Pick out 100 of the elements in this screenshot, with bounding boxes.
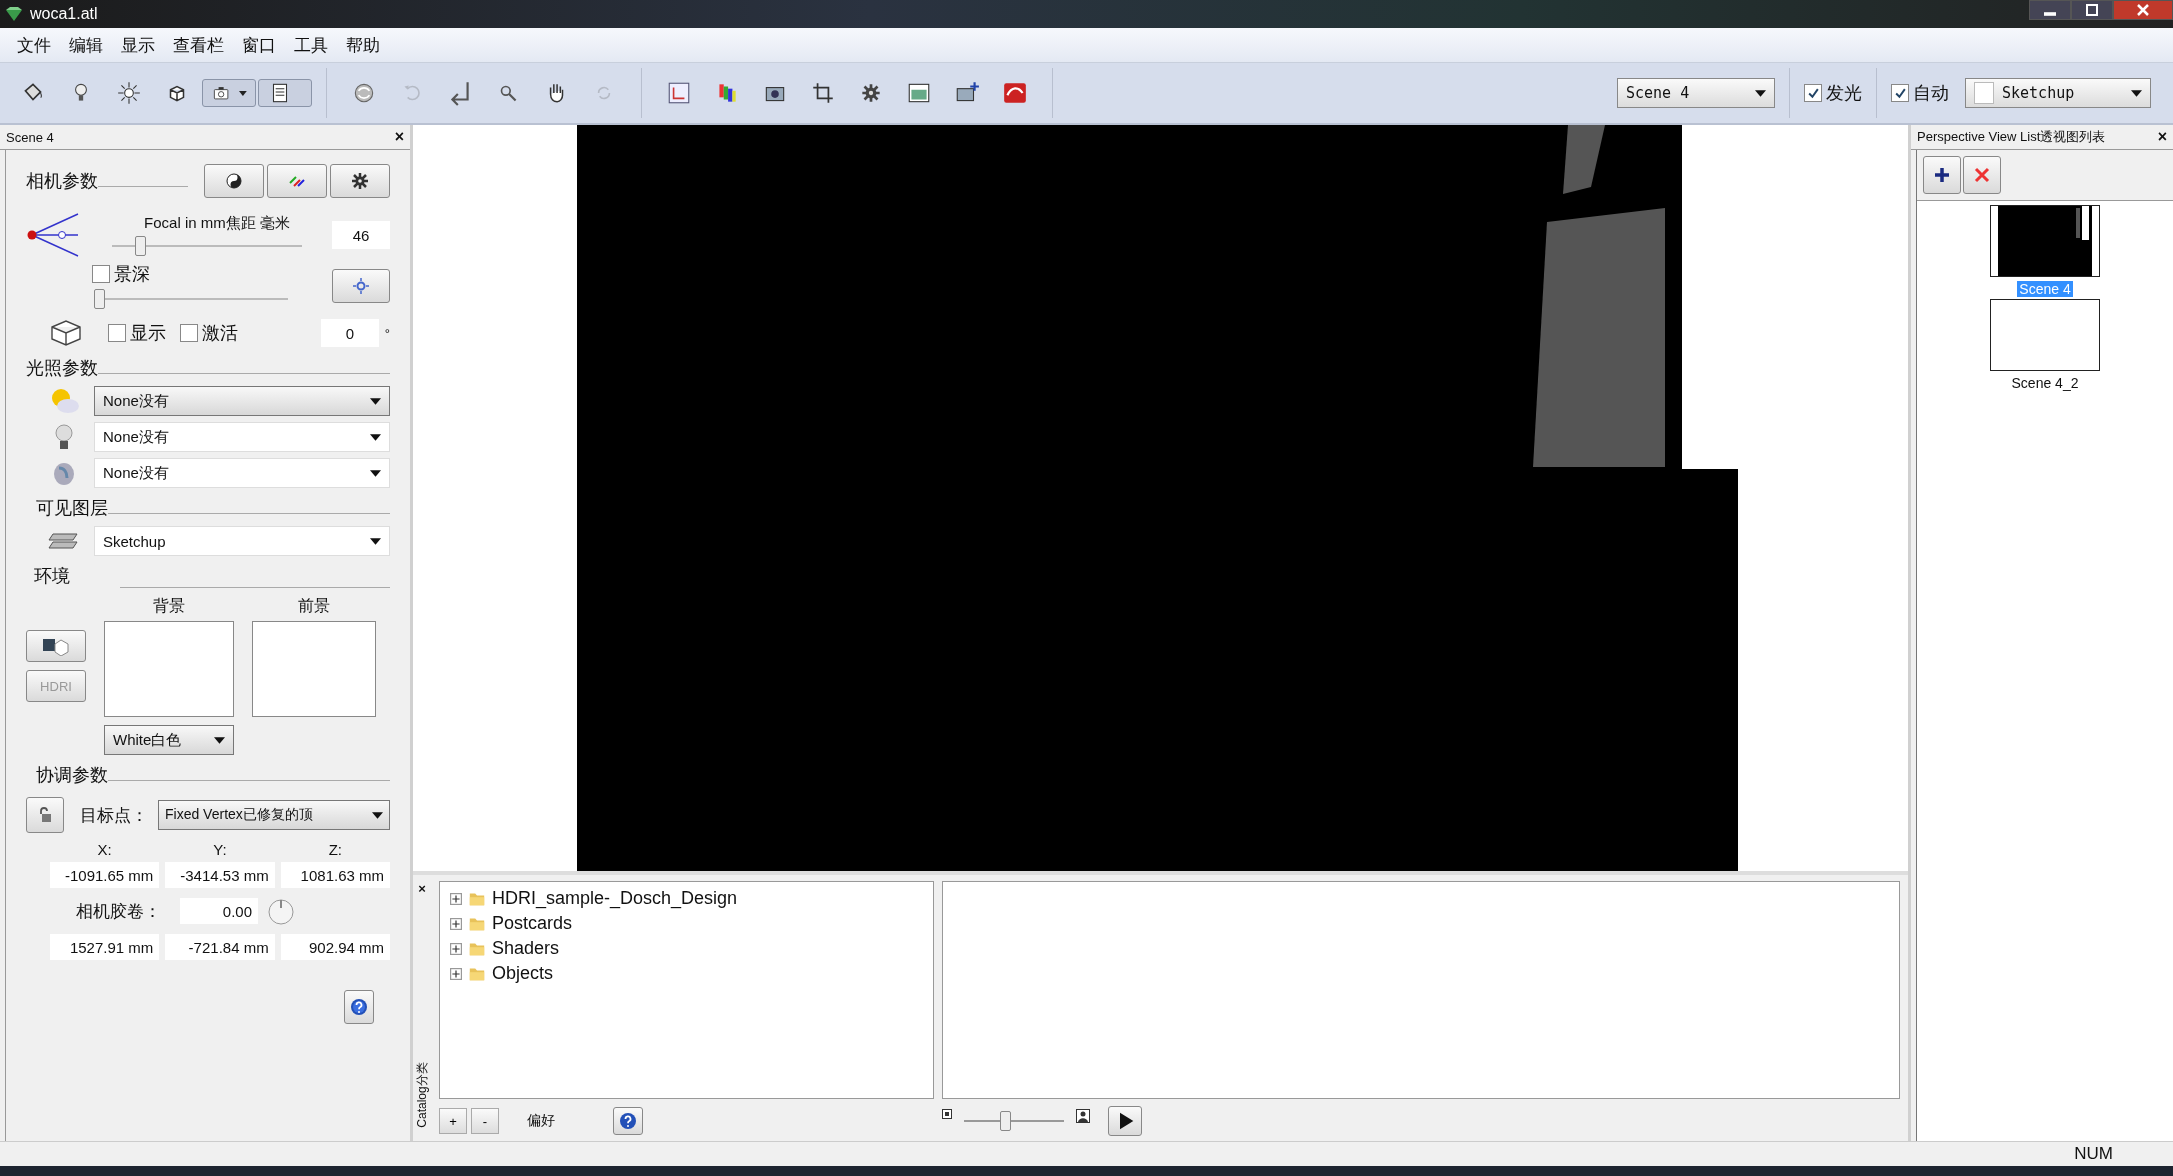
checkmark-icon [1806,86,1820,100]
foreground-label: 前景 [298,596,330,616]
folder-name[interactable]: HDRI_sample-_Dosch_Design [492,888,738,909]
add-button[interactable]: + [439,1108,467,1134]
catalog-label: Catalog分类 [415,1061,429,1130]
toolbar-button[interactable] [258,79,312,107]
axis-label: X: [96,841,113,858]
folder-name[interactable]: Objects [492,963,554,984]
delete-icon [1972,165,1992,185]
maximize-button[interactable] [2071,0,2113,20]
checkbox-label: 景深 [114,263,150,286]
slider-thumb[interactable] [1000,1111,1011,1131]
coordinate-field[interactable]: 1527.91 mm [50,934,160,960]
expand-icon[interactable] [450,967,462,980]
help-button[interactable] [344,990,374,1024]
toolbar-button[interactable] [202,79,256,107]
focal-length-field[interactable]: 46 [332,221,390,249]
axis-label: Z: [327,841,343,858]
favorites-label: 偏好 [527,1112,555,1130]
help-icon [349,997,369,1017]
unlock-button[interactable] [26,797,64,833]
expand-icon[interactable] [450,942,462,955]
focus-target-button[interactable] [332,269,390,303]
help-button[interactable] [613,1107,643,1135]
auto-checkbox[interactable] [1891,84,1909,102]
menu-item[interactable]: 文件 [8,33,60,57]
image-cube-icon [41,636,71,656]
show-checkbox[interactable] [108,324,126,342]
layer-dropdown[interactable]: Sketchup [94,526,390,556]
minimize-button[interactable] [2029,0,2071,20]
coordinate-field[interactable]: 1081.63 mm [280,862,390,888]
degree-unit: ° [384,325,390,341]
dropdown-arrow-icon [370,469,381,477]
expand-icon[interactable] [450,917,462,930]
menu-item[interactable]: 编辑 [60,33,112,57]
add-view-button[interactable] [1923,156,1961,194]
slider-thumb[interactable] [134,235,146,256]
coordinate-field[interactable]: 902.94 mm [280,934,390,960]
checkbox-label: 自动 [1913,82,1949,105]
section-heading: 协调参数 [36,764,108,787]
depth-of-field-checkbox[interactable] [92,265,110,283]
panel-title: Scene 4 [6,129,54,145]
remove-button[interactable]: - [471,1108,499,1134]
scene-dropdown[interactable]: Scene 4 [1617,78,1775,108]
small-image-icon [942,1109,952,1119]
color-lines-button[interactable] [267,164,327,198]
close-button[interactable] [2113,0,2173,20]
settings-button[interactable] [330,164,390,198]
target-point-dropdown[interactable]: Fixed Vertex已修复的顶 [158,800,390,830]
menu-item[interactable]: 帮助 [337,33,389,57]
dropdown-arrow-icon [2131,89,2142,97]
light-dropdown[interactable]: None没有 [94,458,390,488]
checkbox-label: 激活 [202,322,238,345]
close-button[interactable]: × [418,881,426,896]
dropdown-arrow-icon [370,433,381,441]
light-dropdown[interactable]: None没有 [94,422,390,452]
crosshair-icon [351,276,371,296]
glow-checkbox[interactable] [1804,84,1822,102]
blank-thumbnail[interactable] [1990,299,2100,371]
background-dropdown[interactable]: White白色 [104,725,234,755]
checkbox-label: 显示 [130,322,166,345]
activate-checkbox[interactable] [180,324,198,342]
dropdown-arrow-icon [372,811,383,819]
play-button[interactable] [1108,1106,1142,1136]
render-thumbnail[interactable] [1990,205,2100,277]
yin-yang-icon [224,171,244,191]
dropdown-arrow-icon [214,736,225,744]
section-heading: 相机参数 [26,170,98,193]
background-label: 背景 [153,596,185,616]
menu-item[interactable]: 工具 [285,33,337,57]
delete-view-button[interactable] [1963,156,2001,194]
menu-item[interactable]: 窗口 [233,33,285,57]
light-dropdown[interactable]: None没有 [94,386,390,416]
close-button[interactable]: × [394,128,404,146]
coordinate-field[interactable]: -721.84 mm [165,934,275,960]
gear-icon [350,171,370,191]
caret-icon [239,88,247,98]
dropdown-arrow-icon [370,397,381,405]
coordinate-field[interactable]: -1091.65 mm [50,862,160,888]
dropdown-arrow-icon [370,537,381,545]
camera-roll-field[interactable]: 0.00 [180,898,258,924]
section-heading: 光照参数 [26,357,98,380]
app-logo-icon [4,6,24,22]
rotation-knob-icon[interactable] [266,896,296,926]
folder-name[interactable]: Shaders [492,938,560,959]
view-name[interactable]: Scene 4_2 [2009,375,2081,391]
minimize-icon [2044,12,2056,16]
menu-item[interactable]: 查看栏 [164,33,233,57]
checkbox-label: 发光 [1826,82,1862,105]
slider-thumb[interactable] [94,289,105,309]
environment-image-button[interactable] [26,630,86,662]
menu-item[interactable]: 显示 [112,33,164,57]
expand-icon[interactable] [450,892,462,905]
coordinate-field[interactable]: -3414.53 mm [165,862,275,888]
person-image-icon [1076,1109,1090,1123]
folder-name[interactable]: Postcards [492,913,573,934]
angle-field[interactable]: 0 [320,319,379,347]
close-button[interactable]: × [2157,128,2167,146]
toggle-button[interactable] [204,164,264,198]
layer-dropdown[interactable]: Sketchup [1965,78,2151,108]
